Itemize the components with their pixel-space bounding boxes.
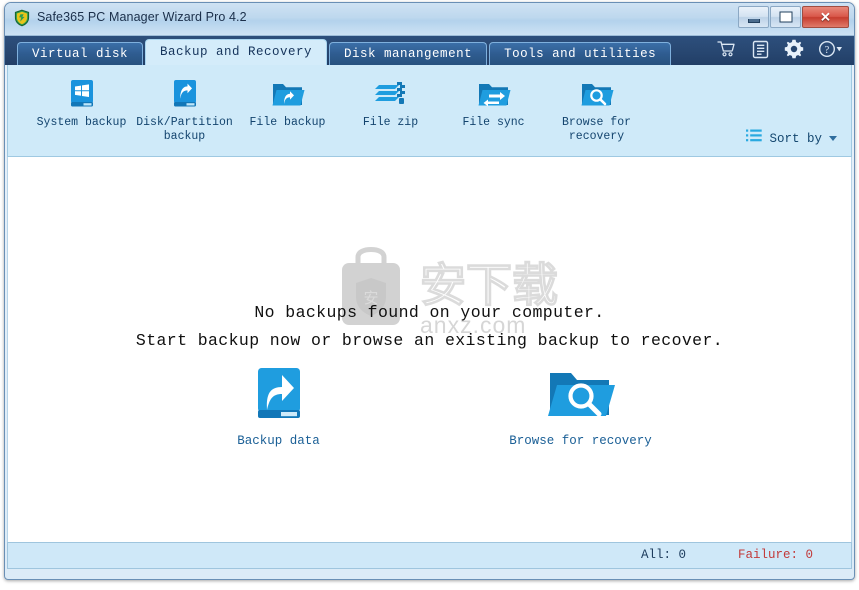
minimize-button[interactable] (738, 6, 769, 28)
shield-icon (13, 9, 31, 27)
sort-by-button[interactable]: Sort by (746, 129, 837, 148)
status-failure-label: Failure: (737, 548, 798, 562)
tab-tools-and-utilities[interactable]: Tools and utilities (489, 42, 672, 65)
title-bar: Safe365 PC Manager Wizard Pro 4.2 ✕ (5, 3, 854, 36)
browse-for-recovery-icon (496, 362, 666, 428)
browse-for-recovery-icon (545, 75, 648, 113)
file-zip-icon (339, 75, 442, 113)
toolbar-items: System backup Disk/Partition backup File… (8, 65, 851, 144)
message-line-1: No backups found on your computer. (254, 303, 605, 322)
window-controls: ✕ (738, 6, 849, 28)
action-browse-for-recovery[interactable]: Browse for recovery (496, 362, 666, 448)
disk-partition-backup-icon (133, 75, 236, 113)
file-backup-icon (236, 75, 339, 113)
toolbar-label: File zip (362, 116, 419, 129)
toolbar-item-file-zip[interactable]: File zip (339, 75, 442, 144)
help-icon[interactable]: ? (818, 39, 844, 59)
svg-text:?: ? (825, 45, 830, 56)
status-all: All: 0 (641, 548, 686, 562)
status-failure-value: 0 (805, 548, 813, 562)
sort-by-label: Sort by (769, 131, 822, 146)
window-title: Safe365 PC Manager Wizard Pro 4.2 (37, 10, 247, 24)
main-content: 安 安下载 anxz.com No backups found on your … (7, 157, 852, 542)
action-label: Browse for recovery (509, 434, 652, 448)
tab-disk-manangement[interactable]: Disk manangement (329, 42, 488, 65)
empty-state-message: No backups found on your computer. Start… (8, 299, 851, 355)
toolbar-item-system-backup[interactable]: System backup (30, 75, 133, 144)
toolbar-label: Browse for recovery (561, 116, 631, 143)
status-bar: All: 0 Failure: 0 (7, 542, 852, 569)
close-button[interactable]: ✕ (802, 6, 849, 28)
toolbar-item-browse-for-recovery[interactable]: Browse for recovery (545, 75, 648, 144)
message-line-2: Start backup now or browse an existing b… (135, 331, 724, 350)
maximize-icon (779, 11, 792, 23)
maximize-button[interactable] (770, 6, 801, 28)
minimize-icon (747, 19, 760, 23)
toolbar-label: File sync (462, 116, 525, 129)
cart-icon[interactable] (716, 39, 736, 59)
close-icon: ✕ (820, 9, 831, 25)
tab-virtual-disk[interactable]: Virtual disk (17, 42, 144, 65)
tab-backup-and-recovery[interactable]: Backup and Recovery (145, 39, 328, 65)
system-backup-icon (30, 75, 133, 113)
file-sync-icon (442, 75, 545, 113)
backup-data-icon (194, 362, 364, 428)
toolbar-label: Disk/Partition backup (136, 116, 233, 143)
gear-icon[interactable] (784, 39, 804, 59)
toolbar-item-disk-partition-backup[interactable]: Disk/Partition backup (133, 75, 236, 144)
toolbar-label: System backup (36, 116, 127, 129)
toolbar-item-file-backup[interactable]: File backup (236, 75, 339, 144)
status-failure: Failure: 0 (738, 548, 813, 562)
tab-tools-group: ? (716, 39, 844, 59)
chevron-down-icon (829, 136, 837, 141)
log-icon[interactable] (750, 39, 770, 59)
list-icon (746, 129, 763, 148)
tab-strip: Virtual disk Backup and Recovery Disk ma… (5, 36, 854, 65)
application-window: Safe365 PC Manager Wizard Pro 4.2 ✕ Virt… (4, 2, 855, 580)
status-all-label: All: (640, 548, 671, 562)
toolbar-label: File backup (249, 116, 326, 129)
icon-toolbar: System backup Disk/Partition backup File… (7, 65, 852, 157)
toolbar-item-file-sync[interactable]: File sync (442, 75, 545, 144)
status-all-value: 0 (678, 548, 686, 562)
action-buttons: Backup data Browse for recovery (8, 362, 851, 448)
action-backup-data[interactable]: Backup data (194, 362, 364, 448)
action-label: Backup data (237, 434, 320, 448)
